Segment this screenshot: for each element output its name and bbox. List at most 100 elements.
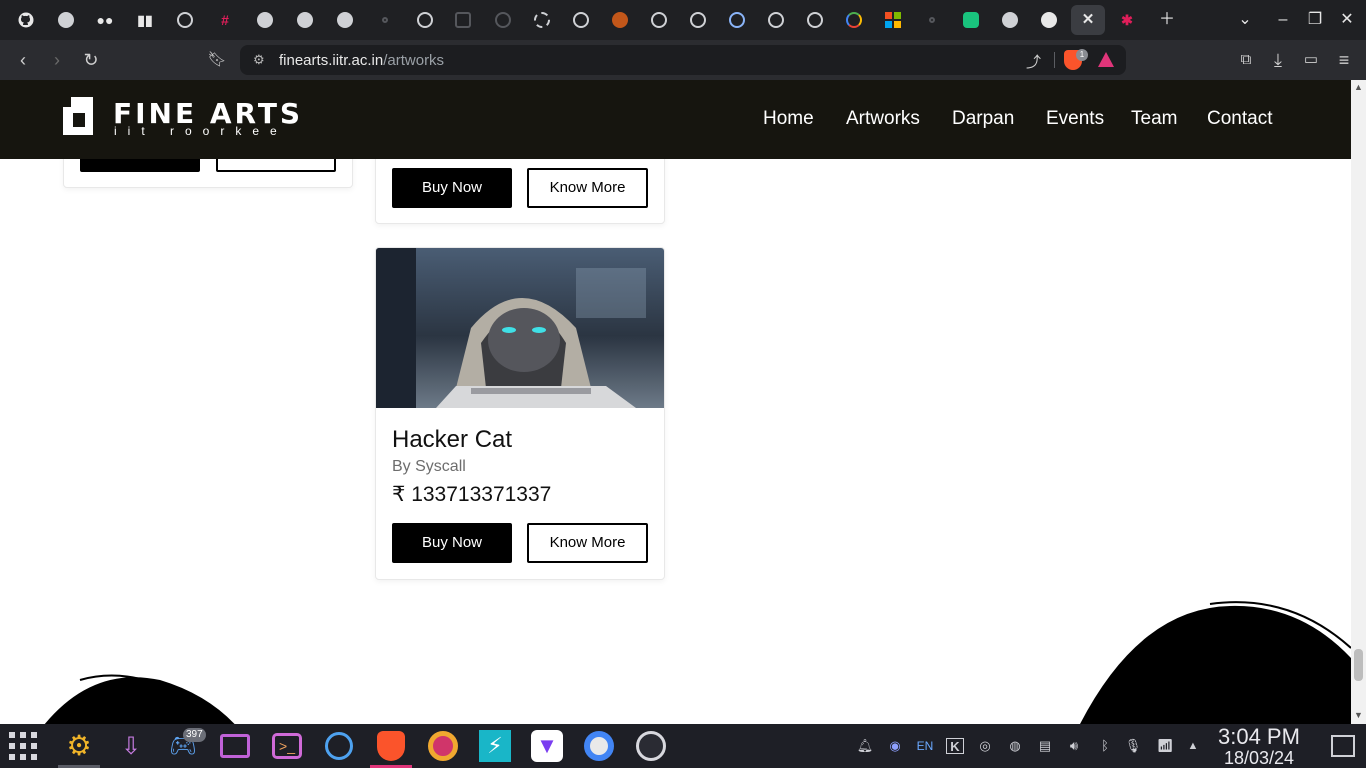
bluetooth-icon[interactable]: ᛒ (1096, 738, 1114, 754)
back-button[interactable]: ‹ (11, 48, 35, 72)
tab-circle[interactable] (525, 5, 559, 35)
game-controller-icon[interactable]: 🎮︎ 397 (167, 728, 206, 762)
clock-date[interactable]: 18/03/24 (1224, 748, 1294, 768)
address-bar[interactable]: ⚙ finearts.iitr.ac.in/artworks ⤴ 1 (240, 45, 1126, 75)
tab-microsoft[interactable] (876, 5, 910, 35)
url-text[interactable]: finearts.iitr.ac.in/artworks (279, 52, 444, 69)
tab-avatar[interactable] (603, 5, 637, 35)
tab-globe-2[interactable] (248, 5, 282, 35)
github-icon (1041, 12, 1057, 28)
close-icon[interactable]: ✕ (1080, 12, 1096, 28)
clock-time[interactable]: 3:04 PM (1218, 724, 1300, 750)
nav-darpan[interactable]: Darpan (952, 108, 1014, 130)
scroll-up-arrow-icon[interactable]: ▲ (1353, 82, 1364, 92)
maximize-button[interactable]: ❐ (1303, 8, 1327, 32)
menu-icon[interactable]: ≡ (1332, 48, 1356, 72)
tab-search-chevron-icon[interactable]: ⌄ (1233, 8, 1257, 32)
microsoft-icon (885, 12, 901, 28)
forward-button[interactable]: › (45, 48, 69, 72)
buy-now-button[interactable]: Buy Now (392, 168, 512, 208)
steam-tray-icon[interactable]: ◎ (976, 738, 994, 754)
tab-book[interactable]: ▮▮ (128, 5, 162, 35)
page-scrollbar[interactable]: ▲ ▼ (1351, 80, 1366, 724)
google-icon (846, 12, 862, 28)
music-player-icon[interactable] (427, 730, 459, 762)
minimize-button[interactable]: ‒ (1271, 8, 1295, 32)
tab-active-close[interactable]: ✕ (1071, 5, 1105, 35)
wifi-icon[interactable]: 📶︎ (1156, 738, 1174, 754)
folder-icon[interactable] (219, 730, 251, 762)
tab-github-4[interactable] (681, 5, 715, 35)
tab-dot-2[interactable] (915, 5, 949, 35)
nav-artworks[interactable]: Artworks (846, 108, 920, 130)
logo-mark-icon[interactable] (63, 97, 93, 135)
app-launcher-icon[interactable] (7, 730, 39, 762)
tab-dot[interactable] (368, 5, 402, 35)
scroll-thumb[interactable] (1354, 649, 1363, 681)
tab-openai-2[interactable] (564, 5, 598, 35)
download-icon[interactable]: ⤓ (1266, 48, 1290, 72)
tab-x[interactable] (486, 5, 520, 35)
tab-notion[interactable] (446, 5, 480, 35)
terminal-icon[interactable]: >_ (271, 730, 303, 762)
scroll-down-arrow-icon[interactable]: ▼ (1353, 710, 1364, 720)
kdeconnect-icon[interactable]: K (946, 738, 964, 754)
tab-globe-4[interactable] (328, 5, 362, 35)
tab-github-3[interactable] (642, 5, 676, 35)
tab-globe-5[interactable] (993, 5, 1027, 35)
close-window-button[interactable]: ✕ (1335, 8, 1359, 32)
tab-github-5[interactable] (759, 5, 793, 35)
site-header: FINE ARTS iit roorkee Home Artworks Darp… (0, 80, 1351, 159)
microphone-icon[interactable]: 🎙︎ (1124, 738, 1142, 754)
artwork-title[interactable]: Hacker Cat (392, 426, 512, 454)
share-icon[interactable]: ⤴ (1026, 51, 1041, 72)
settings-gear-icon[interactable]: ⚙ (58, 730, 100, 768)
tab-chatgpt[interactable] (954, 5, 988, 35)
tab-slack-2[interactable]: ✱ (1110, 5, 1144, 35)
site-info-icon[interactable]: ⚙ (253, 52, 269, 68)
tray-expand-icon[interactable]: ▲ (1184, 738, 1202, 754)
brave-browser-icon[interactable] (370, 730, 412, 768)
tab-medium[interactable]: ●● (88, 5, 122, 35)
nav-events[interactable]: Events (1046, 108, 1104, 130)
avatar-icon (612, 12, 628, 28)
vscode-icon[interactable] (323, 730, 355, 762)
volume-icon[interactable]: 🔊︎ (1065, 738, 1083, 754)
tab-slack[interactable]: # (208, 5, 242, 35)
notifications-icon[interactable]: 🔔︎ (856, 738, 874, 754)
downloader-icon[interactable]: ⇩ (115, 730, 147, 762)
extensions-icon[interactable]: ⧉ (1234, 48, 1258, 72)
tab-openai[interactable] (168, 5, 202, 35)
language-indicator[interactable]: EN (914, 738, 936, 754)
know-more-button[interactable]: Know More (527, 168, 648, 208)
know-more-button[interactable]: Know More (527, 523, 648, 563)
discord-icon[interactable]: ◉ (886, 738, 904, 754)
chrome-icon[interactable] (583, 730, 615, 762)
tab-github-6[interactable] (798, 5, 832, 35)
tab-compass[interactable] (720, 5, 754, 35)
clipboard-icon[interactable]: ▤ (1036, 738, 1054, 754)
brave-rewards-icon[interactable] (1098, 52, 1114, 67)
obs-icon[interactable] (635, 730, 667, 762)
github-icon (18, 12, 34, 28)
vpn-tray-icon[interactable]: ◍ (1006, 738, 1024, 754)
reload-button[interactable]: ↻ (79, 48, 103, 72)
tab-github-2[interactable] (408, 5, 442, 35)
tab-github[interactable] (9, 5, 43, 35)
buy-now-button[interactable]: Buy Now (392, 523, 512, 563)
show-desktop-button[interactable] (1331, 735, 1355, 757)
proton-vpn-icon[interactable]: ▼ (531, 730, 563, 762)
bookmark-icon[interactable]: 🔖︎ (205, 48, 229, 72)
tab-github-7[interactable] (1032, 5, 1066, 35)
tab-globe-3[interactable] (288, 5, 322, 35)
tab-globe[interactable] (49, 5, 83, 35)
artwork-image[interactable] (376, 248, 664, 408)
nav-contact[interactable]: Contact (1207, 108, 1272, 130)
github-icon (690, 12, 706, 28)
nav-home[interactable]: Home (763, 108, 814, 130)
wallet-icon[interactable]: ▭ (1299, 48, 1323, 72)
new-tab-button[interactable]: ＋ (1155, 8, 1179, 32)
lightning-app-icon[interactable]: ⚡︎ (479, 730, 511, 762)
nav-team[interactable]: Team (1131, 108, 1177, 130)
tab-google[interactable] (837, 5, 871, 35)
